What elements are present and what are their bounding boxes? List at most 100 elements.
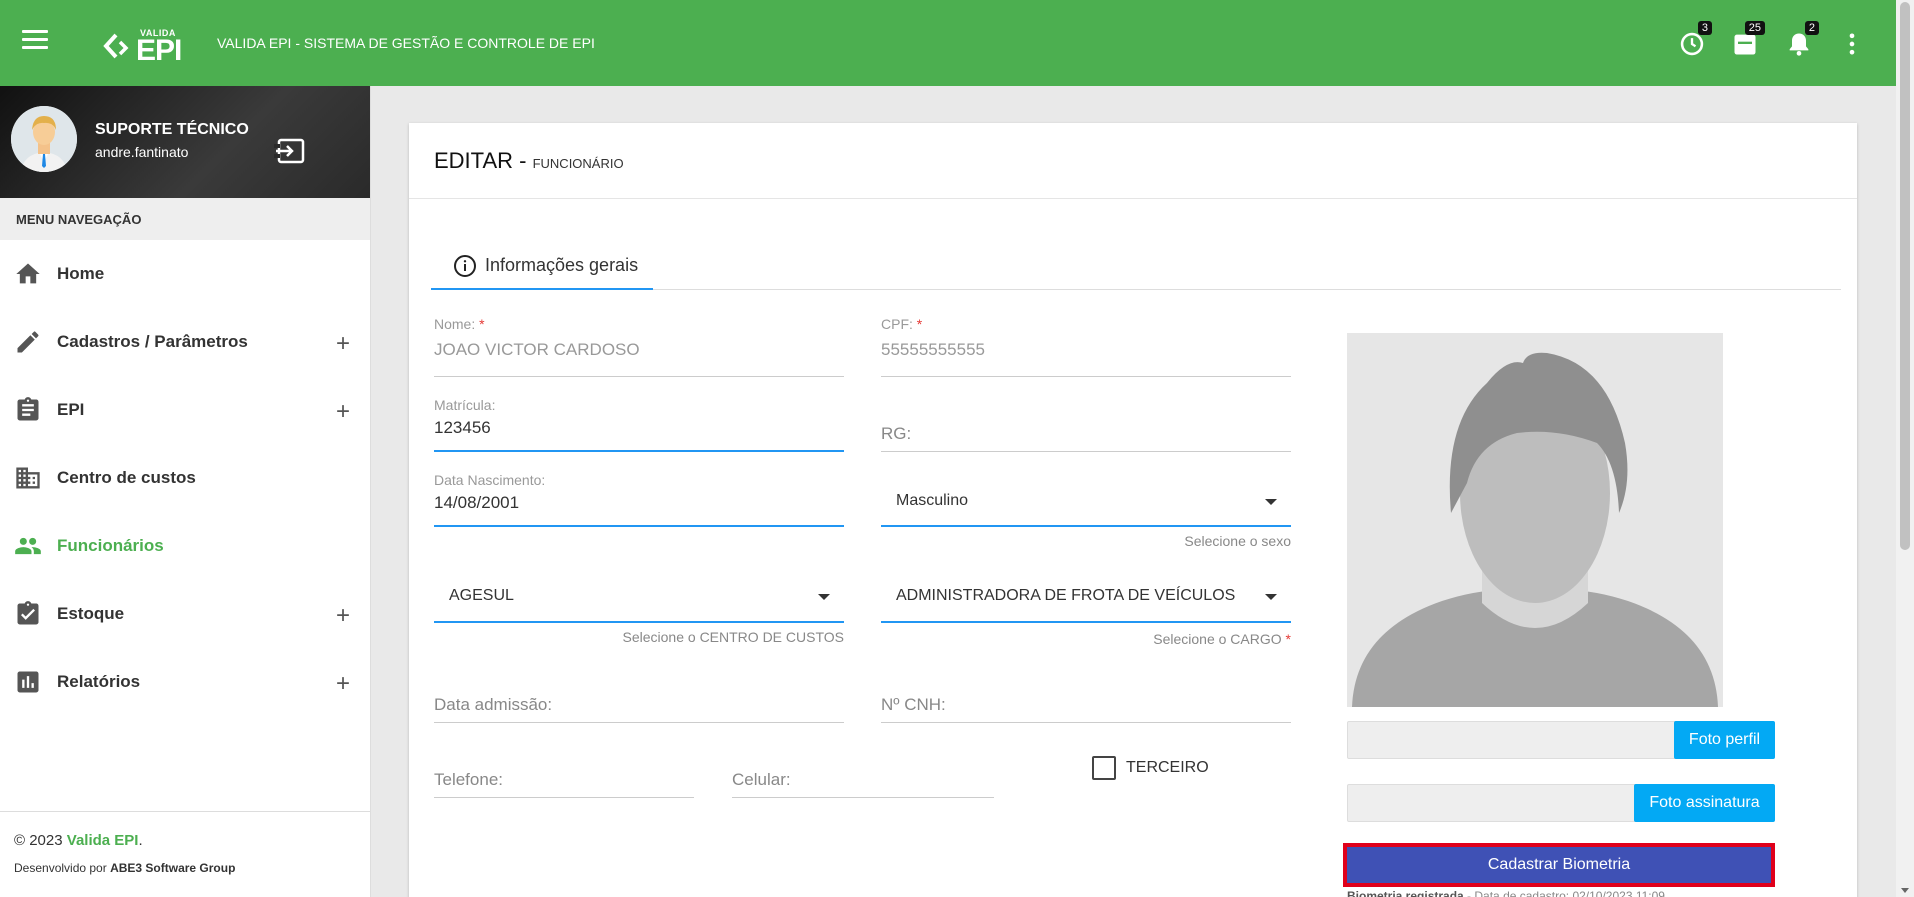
chevron-down-icon [1265, 499, 1277, 505]
more-vert-icon[interactable] [1838, 30, 1866, 58]
celular-placeholder: Celular: [732, 770, 791, 789]
sidebar-item-label: EPI [57, 400, 85, 419]
page-title: EDITAR - [434, 148, 533, 173]
sidebar-item-label: Funcionários [57, 536, 164, 555]
cpf-label: CPF: * [881, 316, 1291, 332]
profile-username: andre.fantinato [95, 144, 189, 160]
matricula-label: Matrícula: [434, 397, 496, 413]
top-app-bar: VALIDA EPI VALIDA EPI - SISTEMA DE GESTÃ… [0, 0, 1896, 86]
sidebar: SUPORTE TÉCNICO andre.fantinato MENU NAV… [0, 86, 371, 897]
nascimento-label: Data Nascimento: [434, 472, 546, 488]
app-logo[interactable]: VALIDA EPI [102, 26, 188, 67]
bell-icon[interactable]: 2 [1785, 21, 1819, 58]
cargo-hint-text: Selecione o CARGO [1153, 631, 1282, 647]
nome-label: Nome: * [434, 316, 844, 332]
expand-icon[interactable]: + [336, 670, 350, 698]
cpf-value: 55555555555 [881, 340, 986, 359]
foto-perfil-button[interactable]: Foto perfil [1674, 721, 1775, 759]
logout-icon[interactable] [274, 136, 306, 166]
data-nascimento-field[interactable]: Data Nascimento: 14/08/2001 [434, 472, 844, 527]
cadastrar-biometria-button[interactable]: Cadastrar Biometria [1343, 843, 1775, 887]
biometria-note-text: - Data de cadastro: 02/10/2023 11:09 [1463, 889, 1665, 897]
data-admissao-field[interactable]: Data admissão: [434, 677, 844, 723]
info-icon [454, 254, 476, 277]
nome-value: JOAO VICTOR CARDOSO [434, 340, 640, 359]
expand-icon[interactable]: + [336, 330, 350, 358]
foto-perfil-row: Foto perfil [1347, 721, 1775, 759]
sexo-value: Masculino [896, 492, 969, 509]
card-header: EDITAR - FUNCIONÁRIO [409, 123, 1857, 199]
expand-icon[interactable]: + [336, 398, 350, 426]
foto-perfil-input[interactable] [1347, 721, 1687, 759]
nome-label-text: Nome: [434, 316, 476, 332]
field-underline [434, 376, 844, 377]
scrollbar-thumb[interactable] [1900, 2, 1910, 550]
required-mark: * [1285, 631, 1291, 647]
page-scrollbar[interactable] [1896, 0, 1914, 897]
checkbox-box[interactable] [1092, 756, 1116, 780]
rg-field[interactable]: RG: [881, 397, 1291, 452]
field-underline [881, 376, 1291, 377]
history-badge: 3 [1697, 21, 1712, 35]
sidebar-item-relatorios[interactable]: Relatórios + [0, 648, 370, 716]
cnh-placeholder: Nº CNH: [881, 695, 946, 714]
sidebar-item-estoque[interactable]: Estoque + [0, 580, 370, 648]
tab-bar: Informações gerais [431, 243, 1841, 290]
required-mark: * [916, 316, 923, 332]
building-icon [14, 464, 42, 492]
chevron-down-icon [818, 594, 830, 600]
expand-icon[interactable]: + [336, 602, 350, 630]
sidebar-item-cadastros[interactable]: Cadastros / Parâmetros + [0, 308, 370, 376]
admissao-placeholder: Data admissão: [434, 695, 553, 714]
profile-name: SUPORTE TÉCNICO [95, 121, 249, 138]
menu-icon[interactable] [22, 30, 48, 52]
calendar-badge: 25 [1744, 21, 1765, 35]
clipboard-icon [14, 396, 42, 424]
sidebar-footer: © 2023 Valida EPI. Desenvolvido por ABE3… [0, 811, 370, 897]
terceiro-checkbox[interactable]: TERCEIRO [1092, 756, 1209, 780]
footer-copy-suffix: . [138, 832, 143, 849]
assignment-check-icon [14, 600, 42, 628]
calendar-icon[interactable]: 25 [1731, 21, 1765, 58]
centro-custos-value: AGESUL [449, 587, 514, 604]
sidebar-item-epi[interactable]: EPI + [0, 376, 370, 444]
matricula-field[interactable]: Matrícula: 123456 [434, 397, 844, 452]
cnh-field[interactable]: Nº CNH: [881, 677, 1291, 723]
scroll-down-icon[interactable] [1901, 888, 1909, 893]
history-icon[interactable]: 3 [1678, 21, 1712, 58]
people-icon [14, 532, 42, 560]
tab-informacoes-gerais[interactable]: Informações gerais [431, 243, 653, 290]
cargo-select[interactable]: ADMINISTRADORA DE FROTA DE VEÍCULOS [881, 570, 1291, 623]
field-underline [881, 525, 1291, 527]
field-underline [881, 722, 1291, 723]
sidebar-item-home[interactable]: Home [0, 240, 370, 308]
field-underline [434, 797, 694, 798]
field-underline [732, 797, 994, 798]
field-underline [881, 451, 1291, 452]
bell-badge: 2 [1804, 21, 1819, 35]
profile-photo-placeholder [1347, 333, 1723, 707]
app-title: VALIDA EPI - SISTEMA DE GESTÃO E CONTROL… [217, 35, 595, 51]
foto-assinatura-input[interactable] [1347, 784, 1647, 822]
celular-field[interactable]: Celular: [732, 753, 994, 798]
avatar[interactable] [11, 106, 77, 172]
field-underline [434, 722, 844, 723]
nome-field[interactable]: Nome: * JOAO VICTOR CARDOSO [434, 316, 844, 377]
sidebar-item-funcionarios[interactable]: Funcionários [0, 512, 370, 580]
sidebar-item-label: Home [57, 264, 105, 283]
telefone-placeholder: Telefone: [434, 770, 503, 789]
centro-custos-select[interactable]: AGESUL [434, 570, 844, 623]
sidebar-item-centro-custos[interactable]: Centro de custos [0, 444, 370, 512]
field-underline [434, 450, 844, 452]
home-icon [14, 260, 42, 288]
cargo-value: ADMINISTRADORA DE FROTA DE VEÍCULOS [896, 587, 1236, 604]
field-underline [881, 621, 1291, 623]
cpf-field[interactable]: CPF: * 55555555555 [881, 316, 1291, 377]
sexo-select[interactable]: Masculino [881, 472, 1291, 527]
matricula-value: 123456 [434, 418, 491, 437]
footer-brand-link[interactable]: Valida EPI [67, 832, 139, 849]
foto-assinatura-button[interactable]: Foto assinatura [1634, 784, 1775, 822]
field-underline [434, 525, 844, 527]
telefone-field[interactable]: Telefone: [434, 753, 694, 798]
chevron-down-icon [1265, 594, 1277, 600]
